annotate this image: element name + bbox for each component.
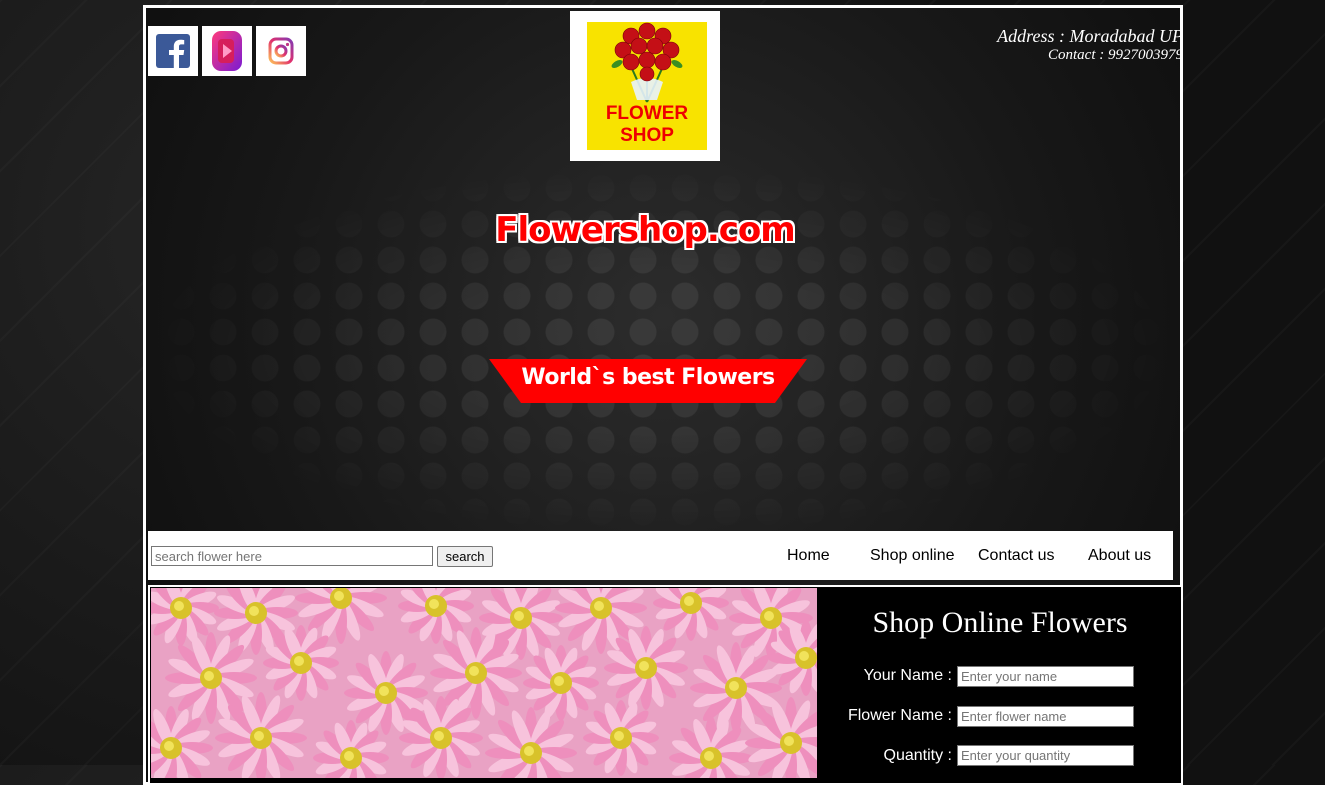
daisy-flower [151, 706, 213, 778]
tagline-text: World`s best Flowers [521, 365, 775, 390]
daisy-flower [165, 632, 257, 724]
flower-name-input[interactable] [957, 706, 1134, 727]
address-text: Address : Moradabad UP [997, 26, 1183, 46]
daisy-field-image [151, 588, 817, 778]
daisy-flower [313, 720, 389, 778]
search-input[interactable] [151, 546, 433, 566]
rose-bouquet-icon [611, 22, 683, 103]
flower-name-label: Flower Name : [847, 707, 952, 724]
order-form: Shop Online Flowers Your Name : Flower N… [819, 588, 1181, 778]
daisy-flower [523, 645, 599, 721]
video-link[interactable] [202, 26, 252, 76]
quantity-label: Quantity : [883, 747, 952, 764]
navbar: search Home Shop online Contact us About… [148, 531, 1173, 580]
instagram-icon [268, 37, 294, 65]
daisy-flower [215, 692, 307, 778]
logo-yellow-panel: FLOWER SHOP [587, 22, 707, 150]
your-name-input[interactable] [957, 666, 1134, 687]
instagram-link[interactable] [256, 26, 306, 76]
quantity-input[interactable] [957, 745, 1134, 766]
nav-about-us[interactable]: About us [1088, 547, 1151, 565]
tagline-banner: World`s best Flowers [489, 359, 807, 403]
nav-shop-online[interactable]: Shop online [870, 547, 955, 565]
logo-text-line1: FLOWER [605, 103, 689, 124]
nav-contact-us[interactable]: Contact us [978, 547, 1054, 565]
form-title: Shop Online Flowers [872, 606, 1128, 639]
contact-text: Contact : 9927003979 [1048, 47, 1183, 63]
logo-text-line2: SHOP [620, 125, 674, 146]
shop-logo[interactable]: FLOWER SHOP [570, 11, 720, 161]
video-play-icon [212, 31, 242, 71]
search-button[interactable]: search [437, 546, 493, 567]
facebook-link[interactable] [148, 26, 198, 76]
site-title: Flowershop.com [495, 210, 795, 250]
your-name-label: Your Name : [863, 667, 952, 684]
daisy-flower [263, 625, 339, 701]
daisy-flower [604, 626, 688, 710]
facebook-icon [156, 34, 190, 68]
nav-home[interactable]: Home [787, 547, 830, 565]
daisy-flower [399, 696, 483, 778]
logo-text: FLOWER SHOP [587, 103, 707, 147]
address-block: Address : Moradabad UP Contact : 9927003… [997, 26, 1183, 65]
daisy-flower [653, 588, 729, 641]
flower-image [151, 588, 817, 778]
